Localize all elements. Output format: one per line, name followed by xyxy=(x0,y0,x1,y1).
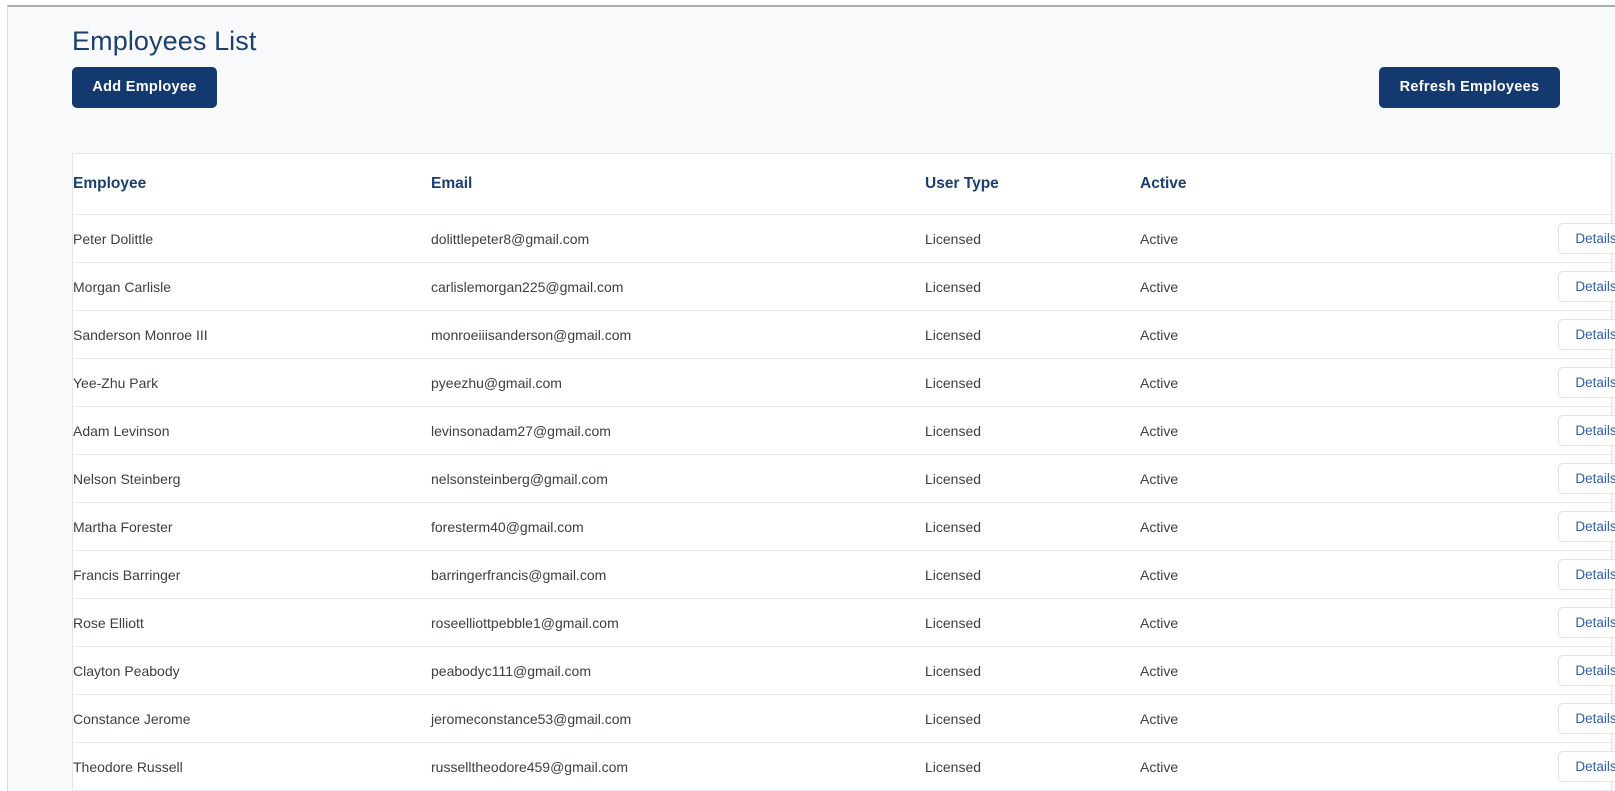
details-button[interactable]: Details xyxy=(1558,367,1615,398)
cell-active-status: Active xyxy=(1140,214,1430,263)
cell-actions: Details xyxy=(1430,454,1615,503)
table-row: Morgan Carlisle carlislemorgan225@gmail.c… xyxy=(73,262,1615,311)
details-button[interactable]: Details xyxy=(1558,703,1615,734)
table-header-row: Employee Email User Type Active xyxy=(73,154,1613,215)
cell-employee-email: dolittlepeter8@gmail.com xyxy=(431,214,925,263)
cell-active-status: Active xyxy=(1140,502,1430,551)
cell-employee-name: Peter Dolittle xyxy=(73,214,431,263)
cell-employee-name: Constance Jerome xyxy=(73,694,431,743)
cell-active-status: Active xyxy=(1140,262,1430,311)
cell-employee-email: pyeezhu@gmail.com xyxy=(431,358,925,407)
details-button[interactable]: Details xyxy=(1558,415,1615,446)
cell-employee-name: Morgan Carlisle xyxy=(73,262,431,311)
cell-active-status: Active xyxy=(1140,358,1430,407)
cell-employee-name: Yee-Zhu Park xyxy=(73,358,431,407)
employees-table: Employee Email User Type Active Peter Do… xyxy=(73,154,1615,791)
cell-employee-email: jeromeconstance53@gmail.com xyxy=(431,694,925,743)
details-button[interactable]: Details xyxy=(1558,319,1615,350)
table-header: Employee Email User Type Active xyxy=(73,154,1613,215)
cell-employee-name: Francis Barringer xyxy=(73,550,431,599)
cell-user-type: Licensed xyxy=(925,454,1140,503)
cell-employee-email: barringerfrancis@gmail.com xyxy=(431,550,925,599)
cell-user-type: Licensed xyxy=(925,214,1140,263)
cell-employee-name: Clayton Peabody xyxy=(73,646,431,695)
refresh-employees-button[interactable]: Refresh Employees xyxy=(1379,67,1560,108)
column-header-employee: Employee xyxy=(73,154,431,215)
add-employee-button[interactable]: Add Employee xyxy=(72,67,217,108)
cell-actions: Details xyxy=(1430,310,1615,359)
cell-active-status: Active xyxy=(1140,454,1430,503)
cell-active-status: Active xyxy=(1140,550,1430,599)
column-header-user-type: User Type xyxy=(925,154,1140,215)
cell-user-type: Licensed xyxy=(925,550,1140,599)
column-header-actions xyxy=(1430,154,1613,215)
cell-user-type: Licensed xyxy=(925,310,1140,359)
cell-actions: Details xyxy=(1430,358,1615,407)
cell-employee-email: carlislemorgan225@gmail.com xyxy=(431,262,925,311)
table-row: Constance Jerome jeromeconstance53@gmail.… xyxy=(73,694,1615,743)
cell-employee-email: roseelliottpebble1@gmail.com xyxy=(431,598,925,647)
cell-active-status: Active xyxy=(1140,742,1430,791)
cell-active-status: Active xyxy=(1140,646,1430,695)
table-row: Sanderson Monroe III monroeiiisanderson@g… xyxy=(73,310,1615,359)
cell-employee-email: peabodyc111@gmail.com xyxy=(431,646,925,695)
cell-employee-email: monroeiiisanderson@gmail.com xyxy=(431,310,925,359)
cell-active-status: Active xyxy=(1140,694,1430,743)
employees-page: Employees List Add Employee Refresh Empl… xyxy=(8,7,1615,791)
table-row: Yee-Zhu Park pyeezhu@gmail.com Licensed Act… xyxy=(73,358,1615,407)
cell-employee-name: Nelson Steinberg xyxy=(73,454,431,503)
page-title: Employees List xyxy=(72,26,257,56)
app-window: Employees List Add Employee Refresh Empl… xyxy=(7,5,1615,791)
cell-actions: Details xyxy=(1430,694,1615,743)
cell-user-type: Licensed xyxy=(925,646,1140,695)
column-header-active: Active xyxy=(1140,154,1430,215)
cell-employee-name: Sanderson Monroe III xyxy=(73,310,431,359)
cell-actions: Details xyxy=(1430,214,1615,263)
details-button[interactable]: Details xyxy=(1558,655,1615,686)
column-header-email: Email xyxy=(431,154,925,215)
cell-actions: Details xyxy=(1430,502,1615,551)
details-button[interactable]: Details xyxy=(1558,271,1615,302)
cell-employee-name: Adam Levinson xyxy=(73,406,431,455)
cell-active-status: Active xyxy=(1140,406,1430,455)
employees-table-card: Employee Email User Type Active Peter Do… xyxy=(72,153,1615,791)
table-row: Theodore Russell russelltheodore459@gmail… xyxy=(73,742,1615,791)
table-row: Peter Dolittle dolittlepeter8@gmail.com Li… xyxy=(73,214,1615,263)
cell-user-type: Licensed xyxy=(925,694,1140,743)
cell-user-type: Licensed xyxy=(925,502,1140,551)
cell-employee-name: Theodore Russell xyxy=(73,742,431,791)
table-row: Nelson Steinberg nelsonsteinberg@gmail.co… xyxy=(73,454,1615,503)
details-button[interactable]: Details xyxy=(1558,511,1615,542)
cell-actions: Details xyxy=(1430,598,1615,647)
cell-employee-email: russelltheodore459@gmail.com xyxy=(431,742,925,791)
cell-actions: Details xyxy=(1430,646,1615,695)
cell-active-status: Active xyxy=(1140,310,1430,359)
table-row: Martha Forester foresterm40@gmail.com Lice… xyxy=(73,502,1615,551)
table-row: Adam Levinson levinsonadam27@gmail.com Lic… xyxy=(73,406,1615,455)
details-button[interactable]: Details xyxy=(1558,223,1615,254)
cell-employee-name: Martha Forester xyxy=(73,502,431,551)
table-row: Rose Elliott roseelliottpebble1@gmail.com… xyxy=(73,598,1615,647)
cell-employee-name: Rose Elliott xyxy=(73,598,431,647)
cell-employee-email: nelsonsteinberg@gmail.com xyxy=(431,454,925,503)
details-button[interactable]: Details xyxy=(1558,751,1615,782)
table-row: Clayton Peabody peabodyc111@gmail.com Lice… xyxy=(73,646,1615,695)
cell-user-type: Licensed xyxy=(925,262,1140,311)
table-body: Peter Dolittle dolittlepeter8@gmail.com Li… xyxy=(73,214,1615,791)
cell-actions: Details xyxy=(1430,550,1615,599)
details-button[interactable]: Details xyxy=(1558,607,1615,638)
cell-user-type: Licensed xyxy=(925,598,1140,647)
cell-actions: Details xyxy=(1430,262,1615,311)
cell-user-type: Licensed xyxy=(925,358,1140,407)
cell-active-status: Active xyxy=(1140,598,1430,647)
table-row: Francis Barringer barringerfrancis@gmail.… xyxy=(73,550,1615,599)
cell-employee-email: levinsonadam27@gmail.com xyxy=(431,406,925,455)
cell-user-type: Licensed xyxy=(925,406,1140,455)
details-button[interactable]: Details xyxy=(1558,559,1615,590)
cell-employee-email: foresterm40@gmail.com xyxy=(431,502,925,551)
cell-actions: Details xyxy=(1430,742,1615,791)
cell-user-type: Licensed xyxy=(925,742,1140,791)
details-button[interactable]: Details xyxy=(1558,463,1615,494)
cell-actions: Details xyxy=(1430,406,1615,455)
